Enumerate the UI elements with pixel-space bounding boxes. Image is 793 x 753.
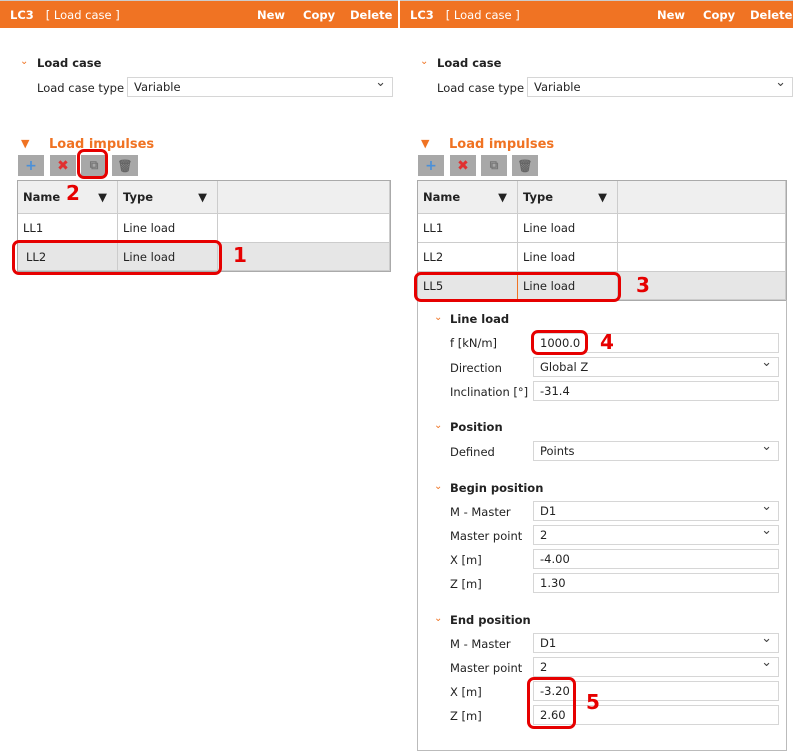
table-row[interactable]: LL1: [18, 214, 118, 243]
column-header-type[interactable]: Type ▼: [118, 181, 218, 214]
left-header-bar: LC3 [ Load case ] New Copy Delete: [0, 0, 398, 28]
load-case-id: LC3: [410, 7, 434, 22]
load-case-type-label: Load case type: [437, 81, 525, 95]
direction-label: Direction: [450, 361, 502, 375]
load-case-type-value: Variable: [134, 80, 181, 94]
load-case-section-title: Load case: [37, 56, 102, 70]
inclination-input[interactable]: -31.4: [533, 381, 779, 401]
table-cell[interactable]: Line load: [518, 214, 618, 243]
begin-position-section-title: Begin position: [450, 481, 544, 495]
annotation-4: 4: [600, 330, 614, 354]
table-cell: [218, 214, 390, 243]
annotation-box-1: [12, 240, 222, 275]
collapse-chevron-icon[interactable]: ⌄: [434, 481, 442, 492]
load-case-section-title: Load case: [437, 56, 502, 70]
begin-master-point-select[interactable]: 2: [533, 523, 779, 545]
remove-icon[interactable]: ✖: [50, 155, 76, 176]
table-cell[interactable]: Line load: [518, 243, 618, 272]
annotation-box-3: [414, 272, 621, 302]
end-position-section-title: End position: [450, 613, 531, 627]
trash-icon[interactable]: 🗑: [512, 155, 538, 176]
annotation-3: 3: [636, 273, 650, 297]
table-row[interactable]: LL2: [418, 243, 518, 272]
begin-x-label: X [m]: [450, 553, 482, 567]
defined-select[interactable]: Points: [533, 439, 779, 461]
new-button[interactable]: New: [657, 8, 685, 22]
inclination-label: Inclination [°]: [450, 385, 529, 399]
load-case-type-select[interactable]: Variable: [127, 75, 393, 97]
column-header-empty: [618, 181, 786, 214]
end-master-select[interactable]: D1: [533, 631, 779, 653]
column-header-name[interactable]: Name ▼: [418, 181, 518, 214]
begin-z-input[interactable]: 1.30: [533, 573, 779, 593]
defined-label: Defined: [450, 445, 495, 459]
load-case-subtitle: [ Load case ]: [45, 7, 120, 22]
filter-icon: ▼: [498, 190, 507, 204]
annotation-5: 5: [586, 690, 600, 714]
right-header-bar: LC3 [ Load case ] New Copy Delete: [400, 0, 793, 28]
load-case-type-label: Load case type: [37, 81, 125, 95]
begin-master-select[interactable]: D1: [533, 499, 779, 521]
load-case-id: LC3: [10, 7, 34, 22]
copy-button[interactable]: Copy: [303, 8, 335, 22]
begin-master-label: M - Master: [450, 505, 511, 519]
table-cell: [618, 214, 786, 243]
table-cell[interactable]: Line load: [118, 214, 218, 243]
begin-x-input[interactable]: -4.00: [533, 549, 779, 569]
collapse-chevron-icon[interactable]: ⌄: [434, 312, 442, 323]
position-section-title: Position: [450, 420, 503, 434]
annotation-box-2: [77, 149, 108, 179]
annotation-1: 1: [233, 243, 247, 267]
column-header-type[interactable]: Type ▼: [518, 181, 618, 214]
annotation-box-4: [531, 330, 588, 355]
load-case-type-value: Variable: [534, 80, 581, 94]
column-header-empty: [218, 181, 390, 214]
filter-icon: ▼: [98, 190, 107, 204]
annotation-box-5: [527, 677, 576, 729]
end-z-label: Z [m]: [450, 709, 482, 723]
copy-button[interactable]: Copy: [703, 8, 735, 22]
table-row[interactable]: LL1: [418, 214, 518, 243]
trash-icon[interactable]: 🗑: [112, 155, 138, 176]
end-x-label: X [m]: [450, 685, 482, 699]
load-impulses-title: Load impulses: [449, 137, 555, 152]
collapse-chevron-icon[interactable]: ⌄: [20, 56, 28, 67]
load-case-subtitle: [ Load case ]: [445, 7, 520, 22]
end-master-label: M - Master: [450, 637, 511, 651]
direction-select[interactable]: Global Z: [533, 355, 779, 377]
remove-icon[interactable]: ✖: [450, 155, 476, 176]
delete-button[interactable]: Delete: [350, 8, 392, 22]
filter-icon: ▼: [598, 190, 607, 204]
annotation-2: 2: [66, 181, 80, 205]
table-cell: [618, 243, 786, 272]
expand-triangle-icon[interactable]: ▼: [421, 137, 429, 150]
begin-master-point-label: Master point: [450, 529, 523, 543]
collapse-chevron-icon[interactable]: ⌄: [434, 613, 442, 624]
delete-button[interactable]: Delete: [750, 8, 792, 22]
expand-triangle-icon[interactable]: ▼: [21, 137, 29, 150]
filter-icon: ▼: [198, 190, 207, 204]
begin-z-label: Z [m]: [450, 577, 482, 591]
add-icon[interactable]: +: [418, 155, 444, 176]
line-load-section-title: Line load: [450, 312, 510, 326]
copy-icon[interactable]: ⧉: [481, 155, 507, 176]
collapse-chevron-icon[interactable]: ⌄: [420, 56, 428, 67]
end-master-point-label: Master point: [450, 661, 523, 675]
f-label: f [kN/m]: [450, 336, 498, 350]
add-icon[interactable]: +: [18, 155, 44, 176]
new-button[interactable]: New: [257, 8, 285, 22]
load-case-type-select[interactable]: Variable: [527, 75, 793, 97]
end-master-point-select[interactable]: 2: [533, 655, 779, 677]
collapse-chevron-icon[interactable]: ⌄: [434, 420, 442, 431]
